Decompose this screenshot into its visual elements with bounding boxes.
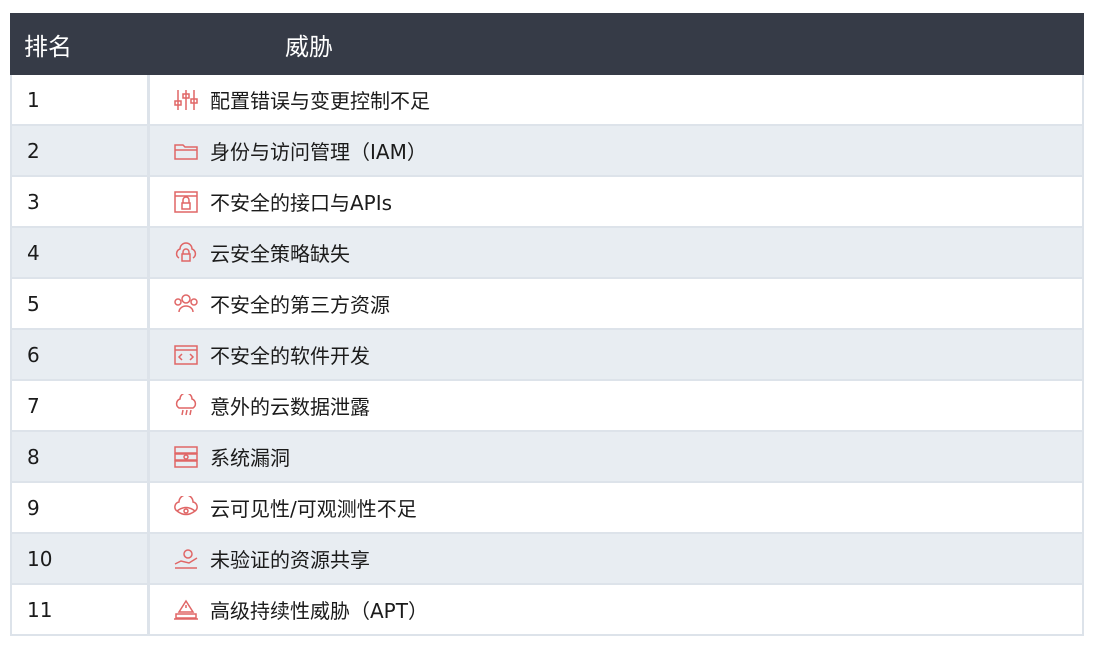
rank-cell: 10 [12,534,150,583]
rank-cell: 5 [12,279,150,328]
cloud-lock-icon [172,240,200,266]
table-row: 6 不安全的软件开发 [10,330,1084,381]
threat-label: 不安全的第三方资源 [210,293,390,317]
cloud-leak-icon [172,393,200,419]
table-row: 11 高级持续性威胁（APT） [10,585,1084,636]
threat-cell: 系统漏洞 [150,432,1082,481]
threat-label: 不安全的软件开发 [210,344,370,368]
threat-cell: 配置错误与变更控制不足 [150,75,1082,124]
threat-label: 高级持续性威胁（APT） [210,599,428,623]
sliders-icon [172,87,200,113]
rank-cell: 3 [12,177,150,226]
threat-cell: 不安全的软件开发 [150,330,1082,379]
threat-label: 未验证的资源共享 [210,548,370,572]
threat-cell: 云安全策略缺失 [150,228,1082,277]
threat-cell: 高级持续性威胁（APT） [150,585,1082,634]
table-row: 3 不安全的接口与APIs [10,177,1084,228]
threat-table: 排名 威胁 1 配置错误与变更控制不足 2 身份与访问管理（IAM） 3 不安全… [10,13,1084,636]
threat-label: 云可见性/可观测性不足 [210,497,417,521]
warning-laptop-icon [172,597,200,623]
threat-label: 配置错误与变更控制不足 [210,89,430,113]
rank-cell: 4 [12,228,150,277]
threat-cell: 身份与访问管理（IAM） [150,126,1082,175]
table-row: 1 配置错误与变更控制不足 [10,75,1084,126]
threat-cell: 未验证的资源共享 [150,534,1082,583]
browser-lock-icon [172,189,200,215]
table-row: 4 云安全策略缺失 [10,228,1084,279]
threat-cell: 不安全的接口与APIs [150,177,1082,226]
threat-label: 云安全策略缺失 [210,242,350,266]
rank-cell: 7 [12,381,150,430]
header-threat: 威胁 [285,32,333,61]
code-window-icon [172,342,200,368]
cloud-eye-icon [172,495,200,521]
folder-icon [172,138,200,164]
header-rank: 排名 [24,32,72,61]
threat-label: 不安全的接口与APIs [210,191,393,215]
rank-cell: 2 [12,126,150,175]
table-row: 2 身份与访问管理（IAM） [10,126,1084,177]
table-row: 10 未验证的资源共享 [10,534,1084,585]
threat-label: 身份与访问管理（IAM） [210,140,427,164]
rank-cell: 11 [12,585,150,634]
threat-label: 系统漏洞 [210,446,290,470]
users-icon [172,291,200,317]
threat-label: 意外的云数据泄露 [210,395,370,419]
table-row: 9 云可见性/可观测性不足 [10,483,1084,534]
threat-cell: 意外的云数据泄露 [150,381,1082,430]
rank-cell: 8 [12,432,150,481]
threat-cell: 云可见性/可观测性不足 [150,483,1082,532]
table-header: 排名 威胁 [10,13,1084,75]
rank-cell: 1 [12,75,150,124]
table-row: 5 不安全的第三方资源 [10,279,1084,330]
rank-cell: 9 [12,483,150,532]
table-row: 8 系统漏洞 [10,432,1084,483]
server-alert-icon [172,444,200,470]
rank-cell: 6 [12,330,150,379]
hand-share-icon [172,546,200,572]
threat-cell: 不安全的第三方资源 [150,279,1082,328]
table-row: 7 意外的云数据泄露 [10,381,1084,432]
